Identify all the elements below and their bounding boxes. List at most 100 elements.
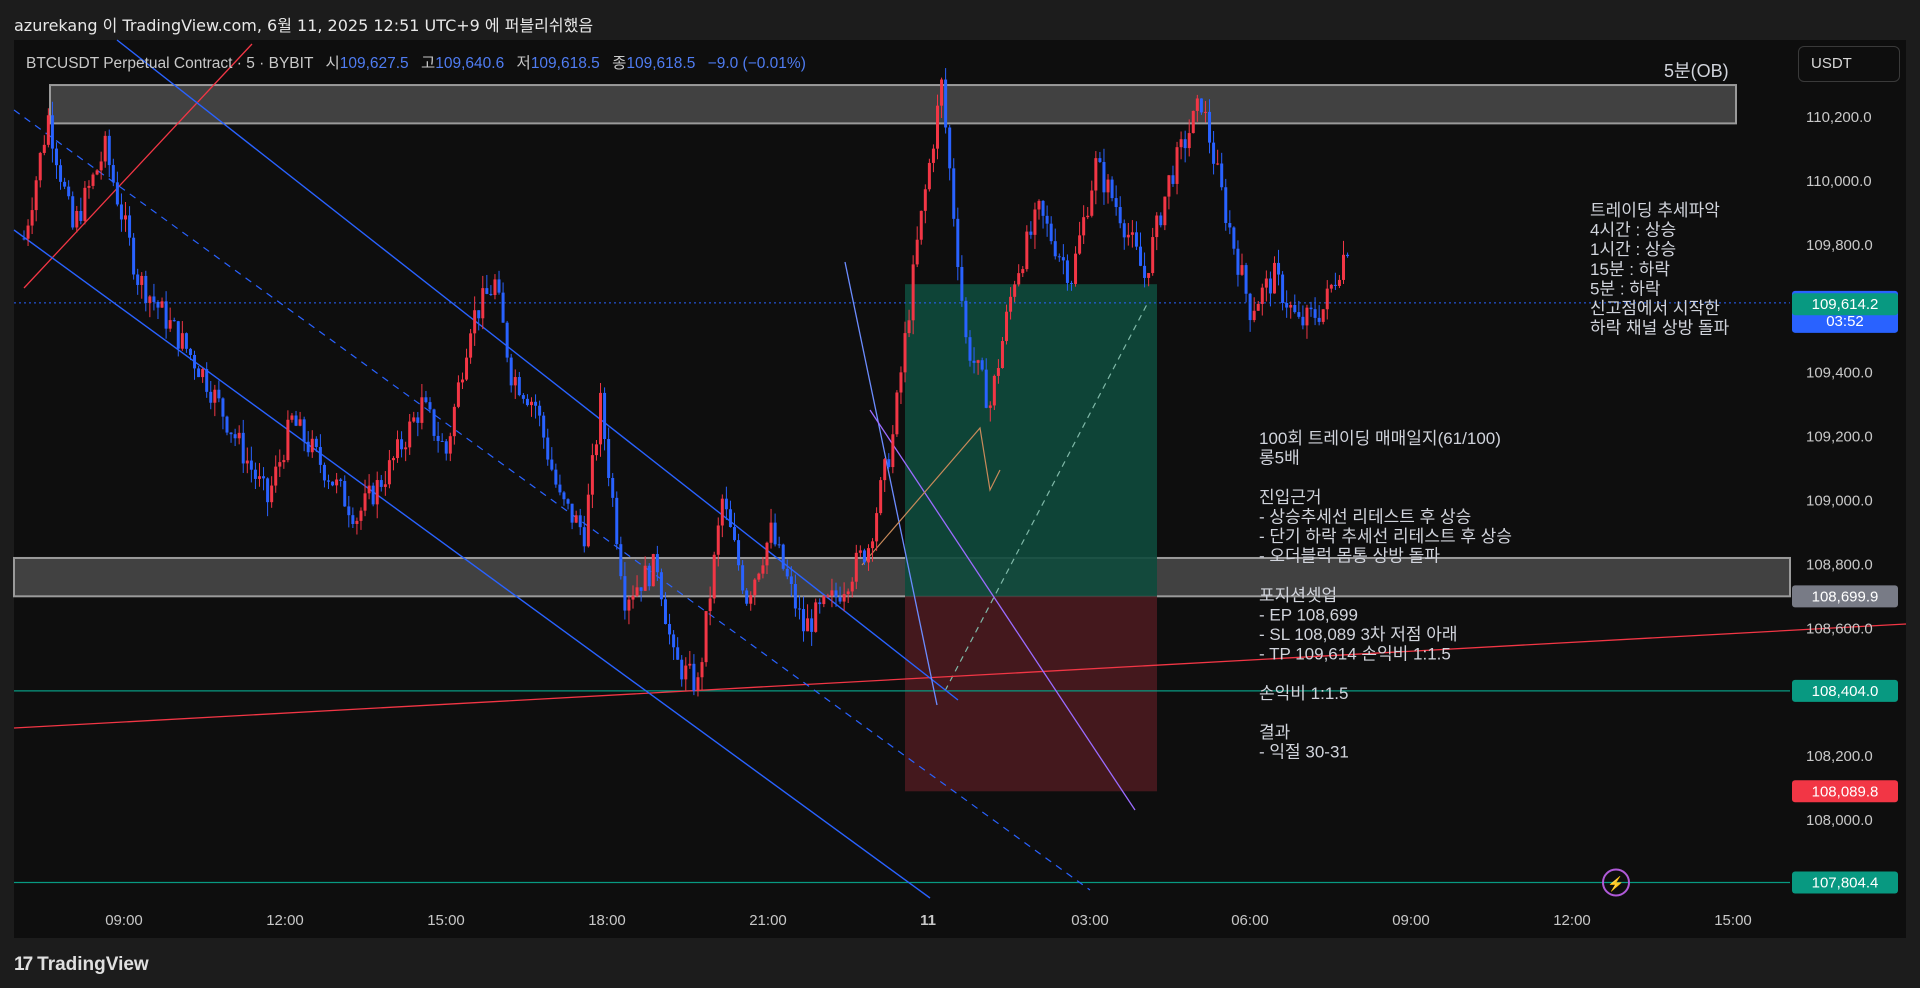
candle-body[interactable]	[590, 455, 594, 495]
candle-body[interactable]	[339, 479, 343, 481]
candle-body[interactable]	[1236, 248, 1240, 275]
candle-body[interactable]	[71, 196, 75, 228]
candle-body[interactable]	[647, 565, 651, 587]
candle-body[interactable]	[907, 320, 911, 334]
candle-body[interactable]	[99, 161, 103, 171]
candle-body[interactable]	[619, 544, 623, 577]
candle-body[interactable]	[814, 602, 818, 632]
candle-body[interactable]	[46, 115, 50, 145]
candle-body[interactable]	[197, 368, 201, 378]
candle-body[interactable]	[1061, 257, 1065, 261]
candle-body[interactable]	[436, 435, 440, 441]
candle-body[interactable]	[257, 476, 261, 479]
candle-body[interactable]	[245, 460, 249, 464]
candle-body[interactable]	[355, 520, 359, 524]
candle-body[interactable]	[603, 392, 607, 440]
candle-body[interactable]	[1337, 279, 1341, 286]
candle-body[interactable]	[704, 611, 708, 663]
candle-body[interactable]	[737, 540, 741, 566]
candle-body[interactable]	[627, 599, 631, 611]
candle-body[interactable]	[87, 185, 91, 188]
candle-body[interactable]	[785, 568, 789, 577]
candle-body[interactable]	[302, 419, 306, 442]
candle-body[interactable]	[391, 458, 395, 461]
candle-body[interactable]	[1167, 175, 1171, 197]
candle-body[interactable]	[728, 509, 732, 528]
candle-body[interactable]	[1208, 111, 1212, 143]
candle-body[interactable]	[343, 480, 347, 507]
candle-body[interactable]	[635, 587, 639, 596]
candle-body[interactable]	[716, 525, 720, 555]
candle-body[interactable]	[1313, 309, 1317, 318]
order-block-zone[interactable]	[49, 84, 1737, 125]
candle-body[interactable]	[26, 225, 30, 239]
candle-body[interactable]	[1171, 175, 1175, 184]
candle-body[interactable]	[797, 608, 801, 610]
candle-body[interactable]	[30, 210, 34, 226]
candle-body[interactable]	[335, 479, 339, 486]
candle-body[interactable]	[1346, 254, 1350, 257]
candle-body[interactable]	[136, 274, 140, 285]
candle-body[interactable]	[379, 480, 383, 487]
candle-body[interactable]	[1321, 309, 1325, 322]
candle-body[interactable]	[290, 415, 294, 420]
candle-body[interactable]	[773, 522, 777, 545]
candle-body[interactable]	[1183, 139, 1187, 149]
candle-body[interactable]	[862, 550, 866, 563]
candle-body[interactable]	[63, 181, 67, 187]
candle-body[interactable]	[359, 510, 363, 521]
candle-body[interactable]	[745, 590, 749, 604]
candle-body[interactable]	[1329, 284, 1333, 289]
candle-body[interactable]	[400, 439, 404, 450]
candle-body[interactable]	[152, 296, 156, 302]
candle-body[interactable]	[846, 591, 850, 595]
candle-body[interactable]	[1069, 282, 1073, 284]
candle-body[interactable]	[530, 401, 533, 406]
candle-body[interactable]	[298, 419, 302, 426]
candle-body[interactable]	[1094, 158, 1098, 191]
candle-body[interactable]	[83, 187, 87, 221]
candle-body[interactable]	[834, 590, 838, 598]
candle-body[interactable]	[448, 436, 452, 454]
candle-body[interactable]	[217, 389, 221, 399]
candle-body[interactable]	[188, 348, 192, 355]
candle-body[interactable]	[708, 598, 712, 612]
candle-body[interactable]	[59, 165, 63, 182]
candle-body[interactable]	[712, 554, 716, 599]
candle-body[interactable]	[663, 599, 667, 625]
candle-body[interactable]	[42, 144, 46, 153]
candle-body[interactable]	[95, 170, 99, 175]
candle-body[interactable]	[542, 415, 546, 438]
candle-body[interactable]	[452, 406, 456, 437]
candle-body[interactable]	[1155, 215, 1159, 238]
candle-body[interactable]	[757, 573, 761, 580]
candle-body[interactable]	[416, 417, 420, 423]
candle-body[interactable]	[383, 484, 387, 487]
candle-body[interactable]	[107, 135, 111, 166]
candle-body[interactable]	[1163, 196, 1167, 226]
candle-body[interactable]	[176, 321, 180, 349]
candle-body[interactable]	[1114, 198, 1118, 208]
candle-body[interactable]	[607, 439, 611, 478]
candle-body[interactable]	[842, 594, 846, 602]
candle-body[interactable]	[428, 402, 432, 410]
candle-body[interactable]	[1126, 234, 1130, 238]
candle-body[interactable]	[574, 515, 578, 523]
candle-body[interactable]	[1272, 262, 1276, 294]
candle-body[interactable]	[1000, 341, 1004, 369]
candle-body[interactable]	[1256, 303, 1260, 311]
candle-body[interactable]	[180, 333, 184, 349]
candle-body[interactable]	[615, 497, 619, 545]
candle-body[interactable]	[1244, 265, 1248, 294]
candle-body[interactable]	[830, 590, 834, 596]
candle-body[interactable]	[777, 544, 781, 546]
candle-body[interactable]	[899, 372, 903, 393]
candle-body[interactable]	[1199, 98, 1203, 113]
candle-body[interactable]	[769, 522, 773, 543]
candle-body[interactable]	[1110, 179, 1114, 199]
candle-body[interactable]	[1260, 287, 1264, 304]
candle-body[interactable]	[968, 337, 972, 361]
candle-body[interactable]	[1268, 278, 1272, 294]
candle-body[interactable]	[936, 105, 939, 149]
candle-body[interactable]	[266, 478, 270, 503]
